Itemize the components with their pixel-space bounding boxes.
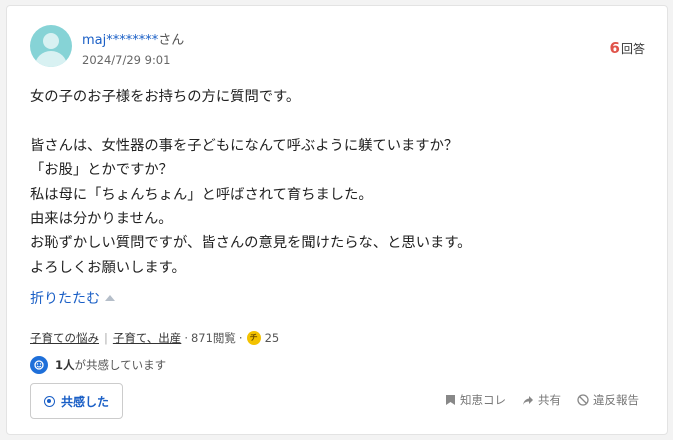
smile-icon (43, 395, 55, 407)
coin-count: 25 (264, 331, 280, 345)
category-separator: | (104, 331, 108, 345)
empathy-icon (30, 356, 48, 374)
answer-count: 6 (609, 39, 620, 57)
answer-count-badge[interactable]: 6回答 (610, 39, 645, 57)
empathy-button[interactable]: 共感した (30, 383, 123, 419)
question-line: よろしくお願いします。 (30, 259, 186, 276)
fold-toggle[interactable]: 折りたたむ (30, 288, 115, 308)
bookmark-icon (446, 395, 455, 405)
empathy-button-label: 共感した (60, 394, 109, 409)
user-suffix: さん (158, 33, 185, 48)
category-link-2[interactable]: 子育て、出産 (113, 330, 181, 346)
question-line: 皆さんは、女性器の事を子どもになんて呼ぶように躾ていますか？ (30, 137, 459, 154)
chiebukuro-collection-button[interactable]: 知恵コレ (445, 392, 506, 408)
user-avatar[interactable] (30, 25, 72, 67)
chiebukuro-label: 知恵コレ (460, 393, 506, 407)
empathy-count: 1人 (55, 358, 75, 372)
coin-icon: チ (246, 331, 261, 345)
question-line: 女の子のお子様をお持ちの方に質問です。 (30, 89, 301, 105)
action-bar: 知恵コレ 共有 違反報告 (445, 392, 639, 408)
user-name-link[interactable]: maj******** (82, 33, 158, 48)
share-label: 共有 (538, 393, 561, 407)
prohibited-icon (577, 394, 589, 406)
chevron-up-icon (105, 295, 115, 301)
question-line: お恥ずかしい質問ですが、皆さんの意見を聞けたらな、と思います。 (30, 235, 472, 252)
question-card: maj********さん 2024/7/29 9:01 6回答 女の子のお子様… (6, 5, 668, 435)
report-label: 違反報告 (593, 393, 639, 407)
question-body: 女の子のお子様をお持ちの方に質問です。 皆さんは、女性器の事を子どもになんて呼ぶ… (30, 85, 630, 280)
answer-label: 回答 (620, 42, 645, 56)
empathy-status: 1人 が共感しています (30, 356, 166, 374)
share-button[interactable]: 共有 (522, 392, 561, 408)
view-count: 871閲覧 (190, 331, 236, 345)
question-meta: 子育ての悩み | 子育て、出産 · 871閲覧 · チ 25 (30, 330, 279, 346)
question-line: 由来は分かりません。 (30, 211, 173, 228)
avatar-head (43, 33, 59, 49)
meta-dot: · (184, 331, 188, 345)
meta-dot: · (238, 331, 243, 345)
user-line: maj********さん (82, 29, 184, 48)
question-line (30, 109, 630, 133)
post-date: 2024/7/29 9:01 (82, 53, 171, 67)
report-button[interactable]: 違反報告 (577, 392, 639, 408)
question-line: 私は母に「ちょんちょん」と呼ばされて育ちました。 (30, 186, 373, 203)
question-line: 「お股」とかですか？ (30, 162, 173, 179)
avatar-body (35, 51, 67, 67)
fold-label: 折りたたむ (30, 291, 100, 307)
empathy-text: が共感しています (74, 358, 167, 372)
category-link-1[interactable]: 子育ての悩み (30, 330, 99, 346)
share-icon (523, 395, 533, 405)
